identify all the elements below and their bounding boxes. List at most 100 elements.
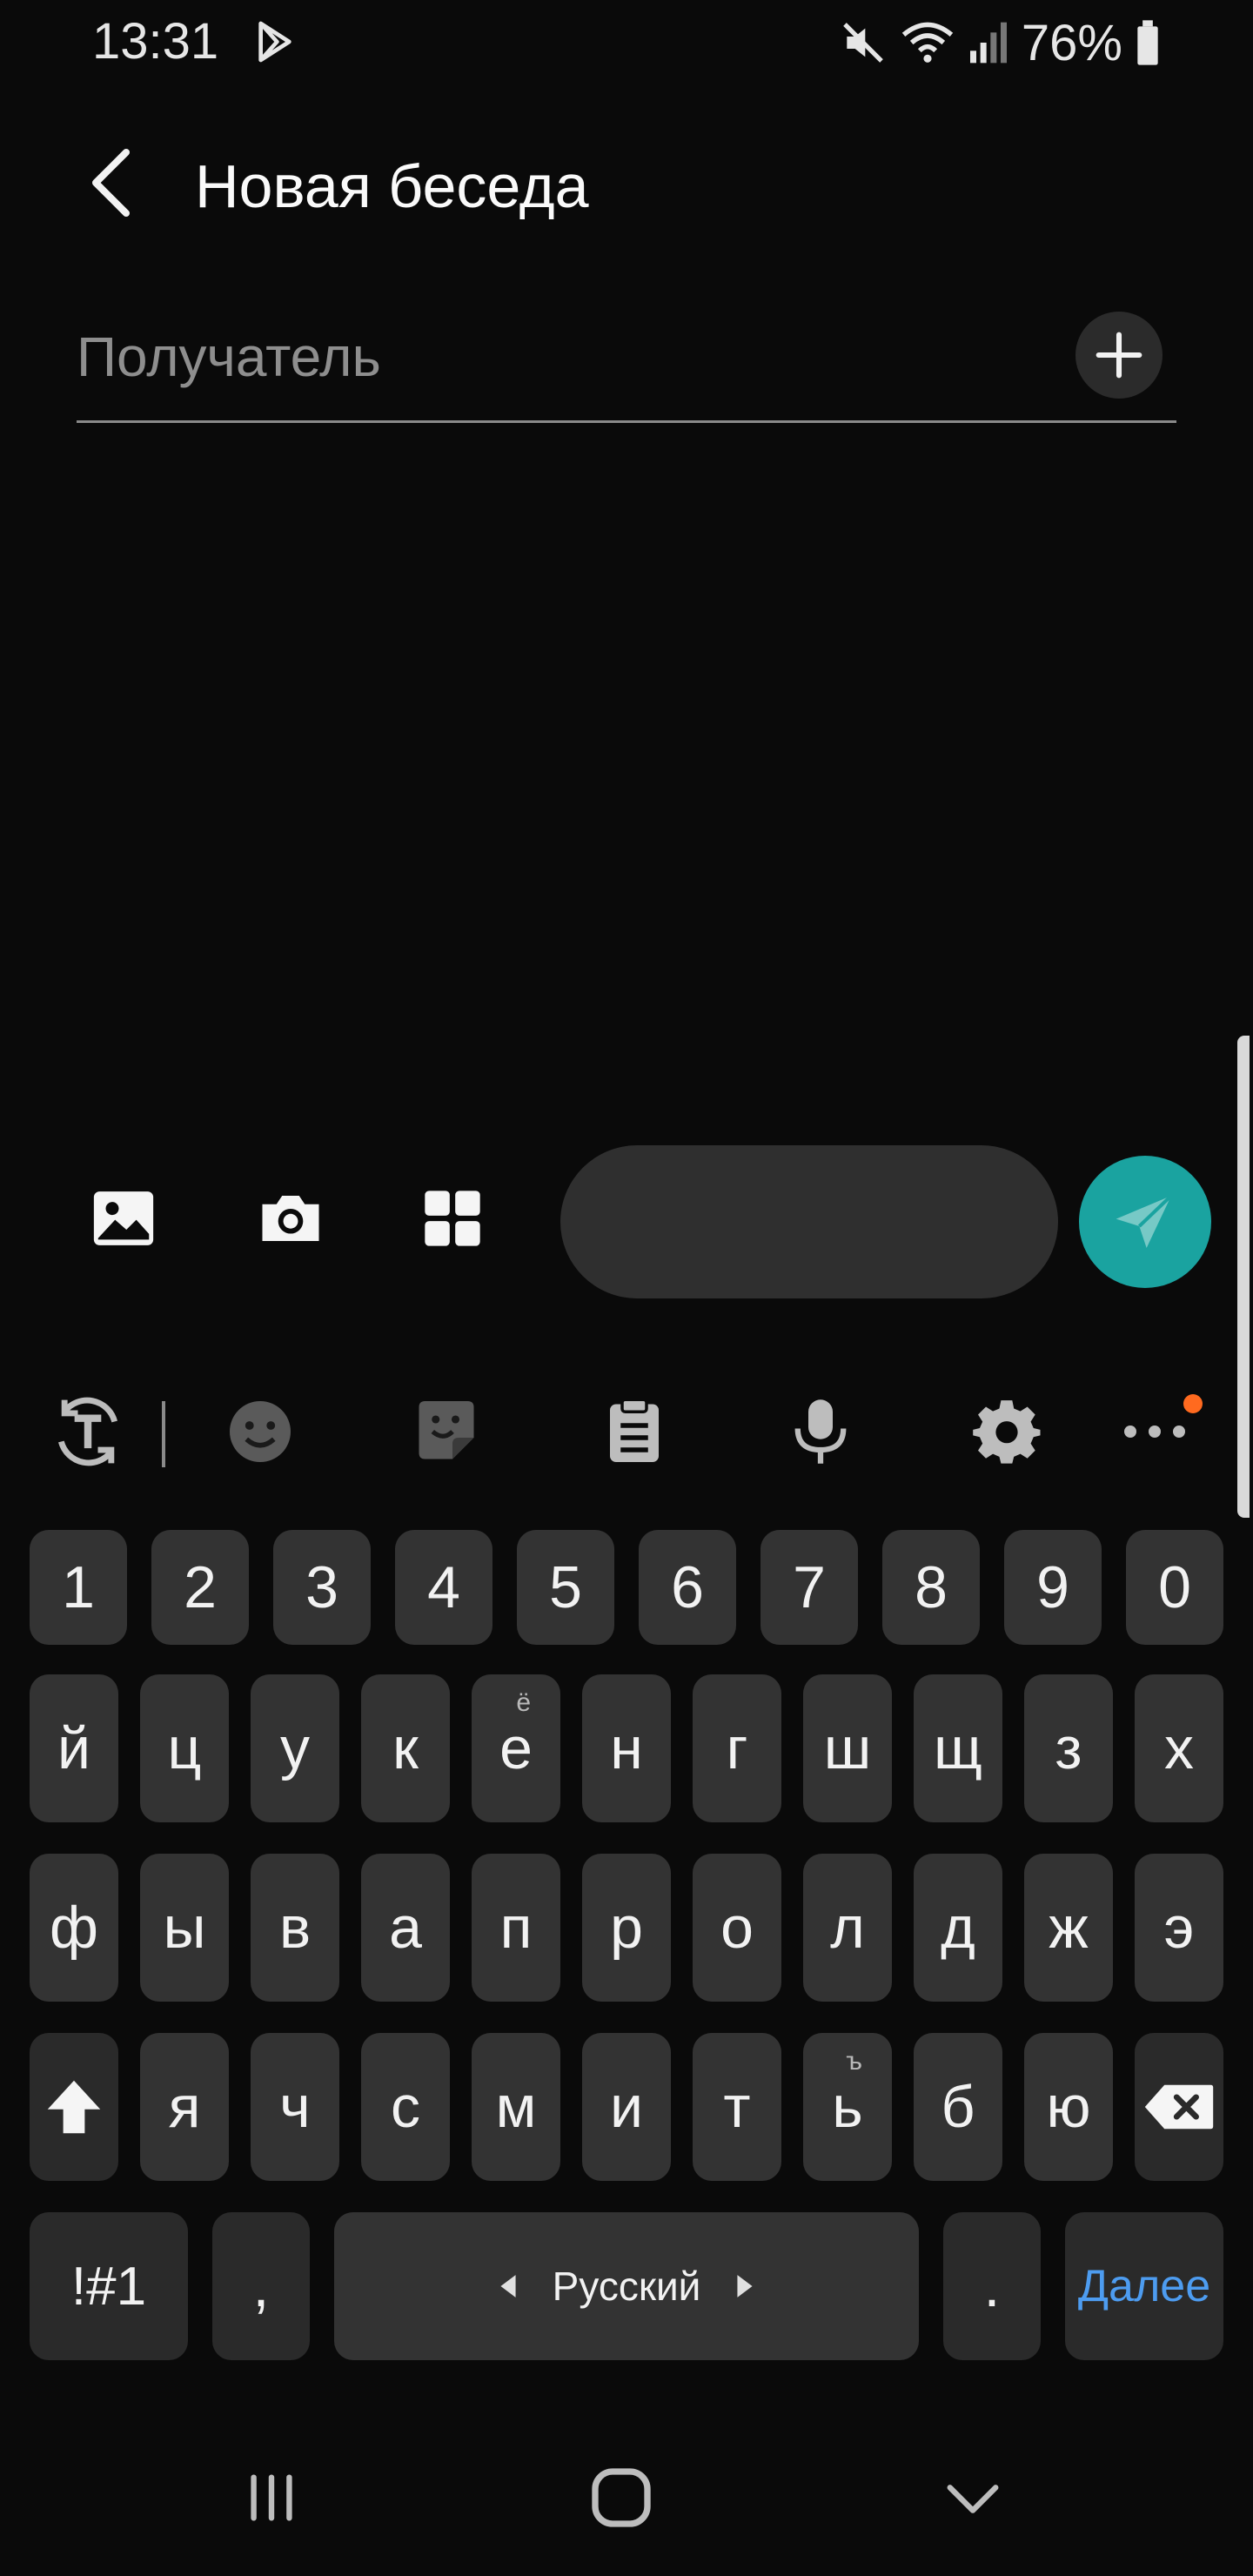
keyboard-hide-icon — [947, 2485, 999, 2513]
key-letter[interactable]: т — [693, 2033, 781, 2181]
key-letter[interactable]: ж — [1024, 1854, 1113, 2002]
key-letter[interactable]: в — [251, 1854, 339, 2002]
key-letter[interactable]: й — [30, 1674, 118, 1822]
shift-key[interactable] — [30, 2033, 118, 2181]
keyboard-toolbar — [0, 1375, 1253, 1488]
key-letter[interactable]: а — [361, 1854, 450, 2002]
sticker-button[interactable] — [399, 1384, 494, 1479]
battery-icon — [1137, 20, 1158, 65]
status-time: 13:31 — [92, 13, 219, 70]
apps-grid-icon — [425, 1191, 480, 1246]
backspace-key[interactable] — [1135, 2033, 1223, 2181]
add-recipient-button[interactable] — [1075, 312, 1163, 399]
backspace-icon — [1144, 2084, 1214, 2130]
gallery-icon — [93, 1191, 154, 1245]
key-5[interactable]: 5 — [517, 1530, 614, 1645]
clipboard-icon — [610, 1398, 659, 1462]
signal-icon — [969, 22, 1007, 64]
gallery-button[interactable] — [80, 1175, 167, 1262]
home-button[interactable] — [569, 2445, 673, 2550]
recents-button[interactable] — [219, 2445, 324, 2550]
key-0[interactable]: 0 — [1126, 1530, 1223, 1645]
text-conversion-icon — [57, 1397, 118, 1466]
page-title: Новая беседа — [195, 152, 589, 220]
key-letter[interactable]: п — [472, 1854, 560, 2002]
key-letter-soft-sign[interactable]: ь ъ — [803, 2033, 892, 2181]
key-letter-e[interactable]: е ё — [472, 1674, 560, 1822]
period-key[interactable]: . — [943, 2212, 1041, 2360]
key-label: ь — [832, 2074, 863, 2140]
plus-icon — [1096, 332, 1142, 379]
send-icon — [1116, 1194, 1173, 1248]
toolbar-divider — [162, 1401, 165, 1467]
hide-keyboard-button[interactable] — [921, 2445, 1025, 2550]
emoji-button[interactable] — [212, 1384, 308, 1479]
key-letter[interactable]: я — [140, 2033, 229, 2181]
language-right-arrow-icon — [737, 2275, 753, 2298]
key-hint: ё — [516, 1688, 531, 1717]
voice-input-button[interactable] — [773, 1384, 868, 1479]
key-letter[interactable]: к — [361, 1674, 450, 1822]
key-letter[interactable]: ш — [803, 1674, 892, 1822]
key-letter[interactable]: ы — [140, 1854, 229, 2002]
play-store-icon — [258, 21, 291, 63]
key-label: е — [499, 1715, 533, 1781]
key-letter[interactable]: ю — [1024, 2033, 1113, 2181]
recents-icon — [251, 2474, 292, 2521]
key-6[interactable]: 6 — [639, 1530, 736, 1645]
key-letter[interactable]: х — [1135, 1674, 1223, 1822]
battery-percent: 76% — [1021, 14, 1122, 71]
key-2[interactable]: 2 — [151, 1530, 249, 1645]
key-8[interactable]: 8 — [882, 1530, 980, 1645]
key-letter[interactable]: с — [361, 2033, 450, 2181]
key-9[interactable]: 9 — [1004, 1530, 1102, 1645]
wifi-icon — [901, 22, 954, 63]
status-bar: 13:31 76% — [0, 0, 1253, 87]
key-letter[interactable]: р — [582, 1854, 671, 2002]
key-3[interactable]: 3 — [273, 1530, 371, 1645]
key-letter[interactable]: н — [582, 1674, 671, 1822]
key-letter[interactable]: э — [1135, 1854, 1223, 2002]
key-letter[interactable]: ч — [251, 2033, 339, 2181]
comma-key[interactable]: , — [212, 2212, 310, 2360]
text-conversion-button[interactable] — [40, 1384, 136, 1479]
emoji-icon — [230, 1401, 291, 1462]
mute-icon — [843, 23, 883, 63]
message-input[interactable] — [560, 1145, 1058, 1298]
key-letter[interactable]: д — [914, 1854, 1002, 2002]
microphone-icon — [794, 1399, 847, 1464]
key-4[interactable]: 4 — [395, 1530, 492, 1645]
notification-dot — [1183, 1394, 1203, 1413]
key-letter[interactable]: л — [803, 1854, 892, 2002]
key-letter[interactable]: ф — [30, 1854, 118, 2002]
camera-icon — [262, 1196, 319, 1241]
symbols-key[interactable]: !#1 — [30, 2212, 188, 2360]
key-1[interactable]: 1 — [30, 1530, 127, 1645]
message-composer — [0, 1131, 1253, 1305]
settings-gear-icon — [973, 1400, 1041, 1464]
key-letter[interactable]: ц — [140, 1674, 229, 1822]
key-letter[interactable]: о — [693, 1854, 781, 2002]
apps-grid-button[interactable] — [409, 1175, 496, 1262]
next-key[interactable]: Далее — [1065, 2212, 1223, 2360]
camera-button[interactable] — [247, 1175, 334, 1262]
more-dots-icon — [1124, 1426, 1185, 1438]
app-header: Новая беседа — [0, 122, 1253, 244]
key-letter[interactable]: м — [472, 2033, 560, 2181]
space-key[interactable]: Русский — [334, 2212, 919, 2360]
key-letter[interactable]: у — [251, 1674, 339, 1822]
key-letter[interactable]: б — [914, 2033, 1002, 2181]
navigation-bar — [0, 2419, 1253, 2576]
key-7[interactable]: 7 — [761, 1530, 858, 1645]
key-letter[interactable]: и — [582, 2033, 671, 2181]
key-letter[interactable]: з — [1024, 1674, 1113, 1822]
recipient-input[interactable] — [77, 313, 1034, 400]
keyboard-settings-button[interactable] — [959, 1384, 1055, 1479]
clipboard-button[interactable] — [586, 1384, 682, 1479]
send-button[interactable] — [1079, 1156, 1211, 1288]
key-letter[interactable]: г — [693, 1674, 781, 1822]
home-icon — [592, 2468, 651, 2527]
back-button[interactable] — [70, 139, 157, 226]
key-letter[interactable]: щ — [914, 1674, 1002, 1822]
sticker-icon — [419, 1401, 474, 1459]
